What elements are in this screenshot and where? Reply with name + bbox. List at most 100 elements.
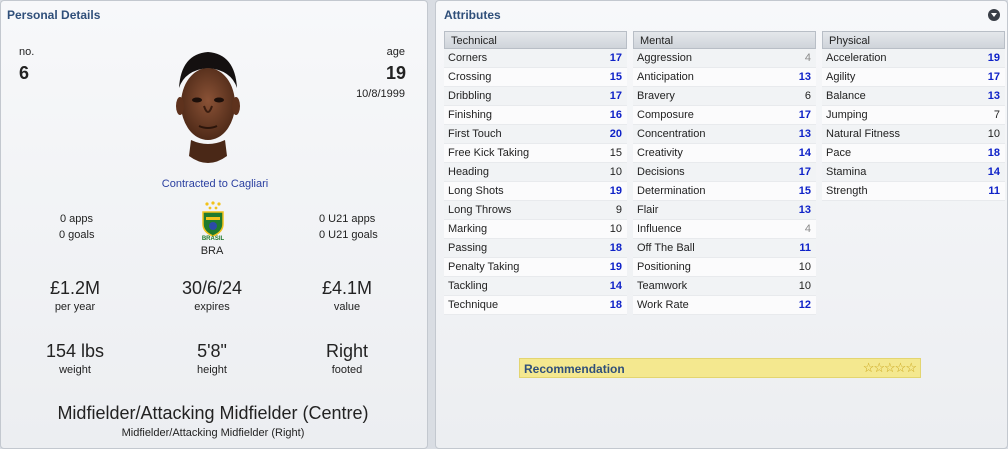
nation-badge-text: BRASIL <box>201 236 225 242</box>
attribute-value: 12 <box>798 299 811 311</box>
technical-attributes-column: Technical Corners 17 Crossing 15 Dribbling 17… <box>444 31 627 315</box>
height-label: height <box>197 364 227 376</box>
attribute-name: Composure <box>637 109 694 121</box>
height-value: 5'8" <box>197 341 227 361</box>
contract-expiry-value: 30/6/24 <box>181 278 243 298</box>
attribute-value: 18 <box>609 299 622 311</box>
primary-position: Midfielder/Attacking Midfielder (Centre) <box>57 403 369 423</box>
attribute-row[interactable]: Decisions 17 <box>633 163 816 182</box>
personal-details-title: Personal Details <box>7 8 101 22</box>
market-value: £4.1M <box>321 278 373 298</box>
attribute-row[interactable]: First Touch 20 <box>444 125 627 144</box>
attribute-value: 17 <box>987 71 1000 83</box>
attribute-name: Anticipation <box>637 71 694 83</box>
attribute-value: 18 <box>609 242 622 254</box>
attribute-row[interactable]: Strength 11 <box>822 182 1005 201</box>
personal-details-panel: Personal Details no. 6 age 19 10/8/1999 … <box>0 0 428 449</box>
attribute-row[interactable]: Free Kick Taking 15 <box>444 144 627 163</box>
attribute-row[interactable]: Finishing 16 <box>444 106 627 125</box>
attribute-value: 17 <box>609 52 622 64</box>
attribute-row[interactable]: Jumping 7 <box>822 106 1005 125</box>
nation-badge[interactable]: BRASIL <box>197 200 229 246</box>
attribute-row[interactable]: Passing 18 <box>444 239 627 258</box>
attribute-value: 18 <box>987 147 1000 159</box>
attribute-name: Pace <box>826 147 852 159</box>
attribute-row[interactable]: Concentration 13 <box>633 125 816 144</box>
attribute-row[interactable]: Off The Ball 11 <box>633 239 816 258</box>
attribute-row[interactable]: Flair 13 <box>633 201 816 220</box>
attribute-row[interactable]: Long Throws 9 <box>444 201 627 220</box>
attribute-row[interactable]: Balance 13 <box>822 87 1005 106</box>
attribute-row[interactable]: Marking 10 <box>444 220 627 239</box>
attribute-row[interactable]: Determination 15 <box>633 182 816 201</box>
attribute-row[interactable]: Crossing 15 <box>444 68 627 87</box>
attribute-row[interactable]: Technique 18 <box>444 296 627 315</box>
wage-label: per year <box>54 301 96 313</box>
column-header-mental[interactable]: Mental <box>633 31 816 49</box>
attribute-row[interactable]: Work Rate 12 <box>633 296 816 315</box>
attribute-name: Crossing <box>448 71 492 83</box>
recommendation-stars-icon: ☆☆☆☆☆ <box>862 360 917 375</box>
attribute-value: 10 <box>798 261 811 273</box>
mental-attributes-column: Mental Aggression 4 Anticipation 13 Bravery 6… <box>633 31 816 315</box>
attribute-value: 17 <box>798 109 811 121</box>
collapse-panel-icon[interactable] <box>988 9 1000 21</box>
attribute-name: Flair <box>637 204 659 216</box>
attribute-row[interactable]: Acceleration 19 <box>822 49 1005 68</box>
attribute-name: Marking <box>448 223 488 235</box>
attribute-name: Aggression <box>637 52 693 64</box>
secondary-position: Midfielder/Attacking Midfielder (Right) <box>121 427 305 439</box>
attribute-row[interactable]: Natural Fitness 10 <box>822 125 1005 144</box>
attribute-name: Passing <box>448 242 488 254</box>
attribute-value: 14 <box>987 166 1000 178</box>
attribute-row[interactable]: Positioning 10 <box>633 258 816 277</box>
attribute-name: Long Throws <box>448 204 512 216</box>
attribute-value: 13 <box>798 128 811 140</box>
attribute-row[interactable]: Heading 10 <box>444 163 627 182</box>
attribute-row[interactable]: Creativity 14 <box>633 144 816 163</box>
attribute-value: 16 <box>609 109 622 121</box>
attribute-row[interactable]: Anticipation 13 <box>633 68 816 87</box>
attribute-name: Finishing <box>448 109 493 121</box>
u21-goals-stat: 0 U21 goals <box>319 229 378 241</box>
attribute-row[interactable]: Dribbling 17 <box>444 87 627 106</box>
attribute-name: Bravery <box>637 90 675 102</box>
contract-status-link[interactable]: Contracted to Cagliari <box>1 178 429 190</box>
attribute-row[interactable]: Teamwork 10 <box>633 277 816 296</box>
attribute-name: Concentration <box>637 128 706 140</box>
attribute-value: 11 <box>988 185 1000 197</box>
age-value: 19 <box>385 63 406 83</box>
attribute-name: Heading <box>448 166 489 178</box>
squad-number-value: 6 <box>19 63 30 83</box>
attribute-name: Dribbling <box>448 90 492 102</box>
attribute-name: Determination <box>637 185 706 197</box>
attribute-row[interactable]: Agility 17 <box>822 68 1005 87</box>
attribute-name: Long Shots <box>448 185 504 197</box>
attribute-value: 10 <box>609 223 622 235</box>
attribute-row[interactable]: Corners 17 <box>444 49 627 68</box>
attribute-row[interactable]: Pace 18 <box>822 144 1005 163</box>
attribute-row[interactable]: Composure 17 <box>633 106 816 125</box>
attribute-value: 6 <box>804 90 811 102</box>
attributes-panel: Attributes Technical Corners 17 Crossing 15… <box>435 0 1008 449</box>
attribute-row[interactable]: Influence 4 <box>633 220 816 239</box>
attribute-row[interactable]: Stamina 14 <box>822 163 1005 182</box>
preferred-foot-label: footed <box>331 364 363 376</box>
attribute-name: Agility <box>826 71 856 83</box>
attribute-row[interactable]: Long Shots 19 <box>444 182 627 201</box>
column-header-technical[interactable]: Technical <box>444 31 627 49</box>
recommendation-bar[interactable]: Recommendation ☆☆☆☆☆ <box>519 358 921 378</box>
attribute-row[interactable]: Tackling 14 <box>444 277 627 296</box>
physical-attributes-column: Physical Acceleration 19 Agility 17 Balance 1… <box>822 31 1005 201</box>
attribute-row[interactable]: Bravery 6 <box>633 87 816 106</box>
apps-stat: 0 apps <box>60 213 94 225</box>
attribute-value: 20 <box>609 128 622 140</box>
attribute-row[interactable]: Penalty Taking 19 <box>444 258 627 277</box>
column-header-physical[interactable]: Physical <box>822 31 1005 49</box>
weight-label: weight <box>59 364 91 376</box>
attribute-name: Technique <box>448 299 499 311</box>
attribute-name: Off The Ball <box>637 242 695 254</box>
attribute-row[interactable]: Aggression 4 <box>633 49 816 68</box>
attribute-name: Acceleration <box>826 52 887 64</box>
attribute-name: Natural Fitness <box>826 128 900 140</box>
